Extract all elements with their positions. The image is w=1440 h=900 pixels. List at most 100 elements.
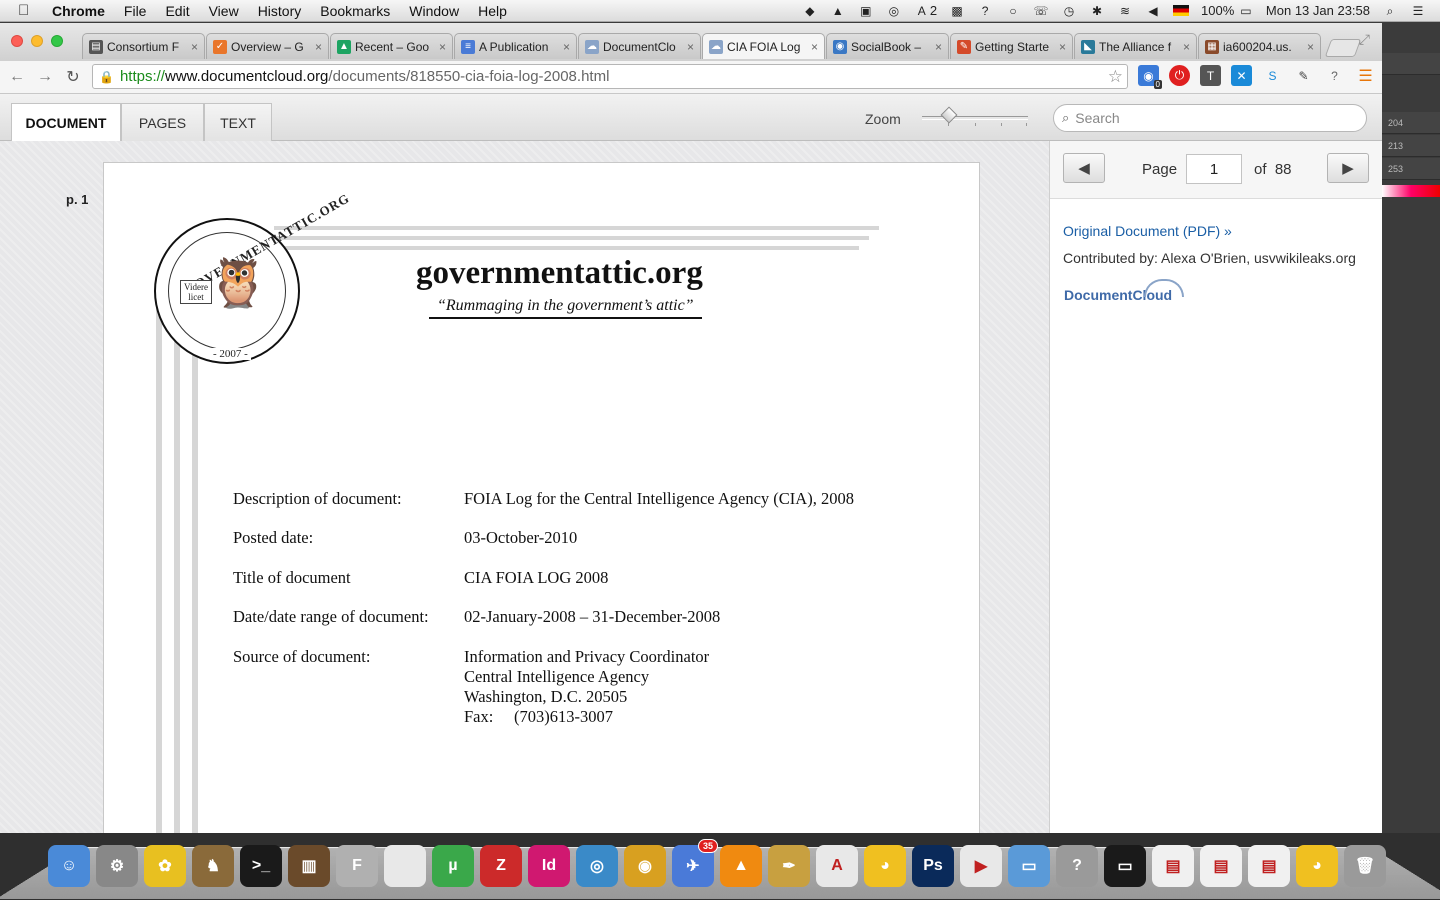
dock-books-icon[interactable]: ▥ <box>288 845 330 887</box>
dock-font-app-icon[interactable]: F <box>336 845 378 887</box>
document-area[interactable]: p. 1 GOVERNMENTATTIC.ORG 🦉 Videre licet -… <box>0 141 1049 833</box>
tab-close-icon[interactable]: × <box>191 40 198 54</box>
extension-evernote-icon[interactable]: ✎ <box>1293 65 1314 86</box>
help-circle-icon[interactable]: ? <box>977 4 993 18</box>
wifi-icon[interactable]: ≋ <box>1117 4 1133 18</box>
tab-close-icon[interactable]: × <box>811 40 818 54</box>
zoom-slider-handle[interactable] <box>940 106 958 124</box>
menu-window[interactable]: Window <box>409 3 459 19</box>
adobe-updates[interactable]: A2 <box>914 3 937 18</box>
tab-close-icon[interactable]: × <box>687 40 694 54</box>
apple-menu-icon[interactable]:  <box>18 2 38 19</box>
spotlight-search-icon[interactable]: ⌕ <box>1382 4 1398 18</box>
fullscreen-icon[interactable]: ⤢ <box>1359 31 1370 48</box>
dock-folder-icon[interactable]: ▭ <box>1008 845 1050 887</box>
dock-trash-icon[interactable]: 🗑 <box>1344 845 1386 887</box>
menu-edit[interactable]: Edit <box>165 3 189 19</box>
dock-help-icon[interactable]: ? <box>1056 845 1098 887</box>
browser-tab[interactable]: ▦ ia600204.us. × <box>1198 33 1321 59</box>
tab-close-icon[interactable]: × <box>1183 40 1190 54</box>
reload-button[interactable]: ↻ <box>62 67 84 87</box>
dock-utorrent-icon[interactable]: µ <box>432 845 474 887</box>
dock-avi-file-icon[interactable]: ▶ <box>960 845 1002 887</box>
menu-chrome[interactable]: Chrome <box>52 3 105 19</box>
tab-close-icon[interactable]: × <box>563 40 570 54</box>
tab-close-icon[interactable]: × <box>935 40 942 54</box>
window-minimize-button[interactable] <box>31 35 43 47</box>
new-tab-button[interactable] <box>1324 39 1362 57</box>
extension-ghostery-icon[interactable]: ◉ 0 <box>1138 65 1162 89</box>
tab-close-icon[interactable]: × <box>1307 40 1314 54</box>
chat-icon[interactable]: ○ <box>1005 4 1021 18</box>
bluetooth-icon[interactable]: ✱ <box>1089 4 1105 18</box>
tab-close-icon[interactable]: × <box>439 40 446 54</box>
battery-status[interactable]: 100% ▭ <box>1201 3 1254 18</box>
dock-indesign-icon[interactable]: Id <box>528 845 570 887</box>
dock-mail-icon[interactable]: ✈ 35 <box>672 839 718 887</box>
alert-icon[interactable]: ▲ <box>830 4 846 18</box>
back-button[interactable]: ← <box>6 68 28 86</box>
window-zoom-button[interactable] <box>51 35 63 47</box>
notification-center-icon[interactable]: ☰ <box>1410 4 1426 18</box>
next-page-button[interactable]: ▶ <box>1327 153 1369 183</box>
window-close-button[interactable] <box>11 35 23 47</box>
original-document-link[interactable]: Original Document (PDF) » <box>1063 223 1232 239</box>
dock-doc-stack-2-icon[interactable]: ▤ <box>1248 845 1290 887</box>
input-source-flag-icon[interactable] <box>1173 5 1190 16</box>
extension-x-icon[interactable]: ✕ <box>1231 65 1252 86</box>
dock-acrobat-icon[interactable]: A <box>816 845 858 887</box>
menu-bookmarks[interactable]: Bookmarks <box>320 3 390 19</box>
dock-document-icon[interactable] <box>384 845 426 887</box>
extension-help-icon[interactable]: ? <box>1324 65 1345 86</box>
browser-tab[interactable]: ≡ A Publication × <box>454 33 577 59</box>
dock-chrome-icon[interactable]: ◉ <box>624 845 666 887</box>
tab-close-icon[interactable]: × <box>315 40 322 54</box>
dock-cyberduck-icon[interactable]: ◕ <box>864 845 906 887</box>
extension-sync-icon[interactable]: S <box>1262 65 1283 86</box>
phone-icon[interactable]: ☏ <box>1033 4 1049 18</box>
browser-tab[interactable]: ☁ CIA FOIA Log × <box>702 33 825 59</box>
notification-icon[interactable]: ▩ <box>949 4 965 18</box>
dock-network-icon[interactable]: ◎ <box>576 845 618 887</box>
tab-pages[interactable]: PAGES <box>121 103 204 141</box>
tab-document[interactable]: DOCUMENT <box>11 103 121 142</box>
chrome-menu-icon[interactable]: ☰ <box>1355 65 1376 86</box>
dock-chess-icon[interactable]: ♞ <box>192 845 234 887</box>
dock-duck-file-icon[interactable]: ◕ <box>1296 845 1338 887</box>
search-input[interactable]: ⌕ Search <box>1053 104 1367 132</box>
browser-tab[interactable]: ▲ Recent – Goo × <box>330 33 453 59</box>
browser-tab[interactable]: ◣ The Alliance f × <box>1074 33 1197 59</box>
time-machine-icon[interactable]: ◷ <box>1061 4 1077 18</box>
clock[interactable]: Mon 13 Jan 23:58 <box>1266 3 1370 18</box>
browser-tab[interactable]: ☁ DocumentClo × <box>578 33 701 59</box>
dock-sketch-tool-icon[interactable]: ✿ <box>144 845 186 887</box>
dropbox-icon[interactable]: ◆ <box>802 4 818 18</box>
browser-tab[interactable]: ✓ Overview – G × <box>206 33 329 59</box>
tab-close-icon[interactable]: × <box>1059 40 1066 54</box>
menu-history[interactable]: History <box>258 3 302 19</box>
menu-file[interactable]: File <box>124 3 147 19</box>
dock-script-editor-icon[interactable]: ✒ <box>768 845 810 887</box>
menu-view[interactable]: View <box>209 3 239 19</box>
zoom-slider[interactable] <box>922 106 1028 126</box>
dock-zotero-icon[interactable]: Z <box>480 845 522 887</box>
evernote-icon[interactable]: ▣ <box>858 4 874 18</box>
creative-cloud-icon[interactable]: ◎ <box>886 4 902 18</box>
browser-tab[interactable]: ◉ SocialBook – × <box>826 33 949 59</box>
tab-text[interactable]: TEXT <box>204 103 272 141</box>
page-number-input[interactable]: 1 <box>1186 154 1242 184</box>
browser-tab[interactable]: ▤ Consortium F × <box>82 33 205 59</box>
browser-tab[interactable]: ✎ Getting Starte × <box>950 33 1073 59</box>
address-bar[interactable]: 🔒 https:// www.documentcloud.org /docume… <box>92 64 1128 89</box>
documentcloud-logo[interactable]: DocumentCloud <box>1064 279 1184 303</box>
bookmark-star-icon[interactable]: ☆ <box>1108 67 1123 87</box>
volume-icon[interactable]: ◀ <box>1145 4 1161 18</box>
dock-doc-stack-icon[interactable]: ▤ <box>1200 845 1242 887</box>
dock-finder-icon[interactable]: ☺ <box>48 845 90 887</box>
dock-terminal-icon[interactable]: >_ <box>240 845 282 887</box>
menu-help[interactable]: Help <box>478 3 507 19</box>
dock-pdf-file-icon[interactable]: ▤ <box>1152 845 1194 887</box>
dock-system-preferences-icon[interactable]: ⚙ <box>96 845 138 887</box>
forward-button[interactable]: → <box>34 68 56 86</box>
previous-page-button[interactable]: ◀ <box>1063 153 1105 183</box>
